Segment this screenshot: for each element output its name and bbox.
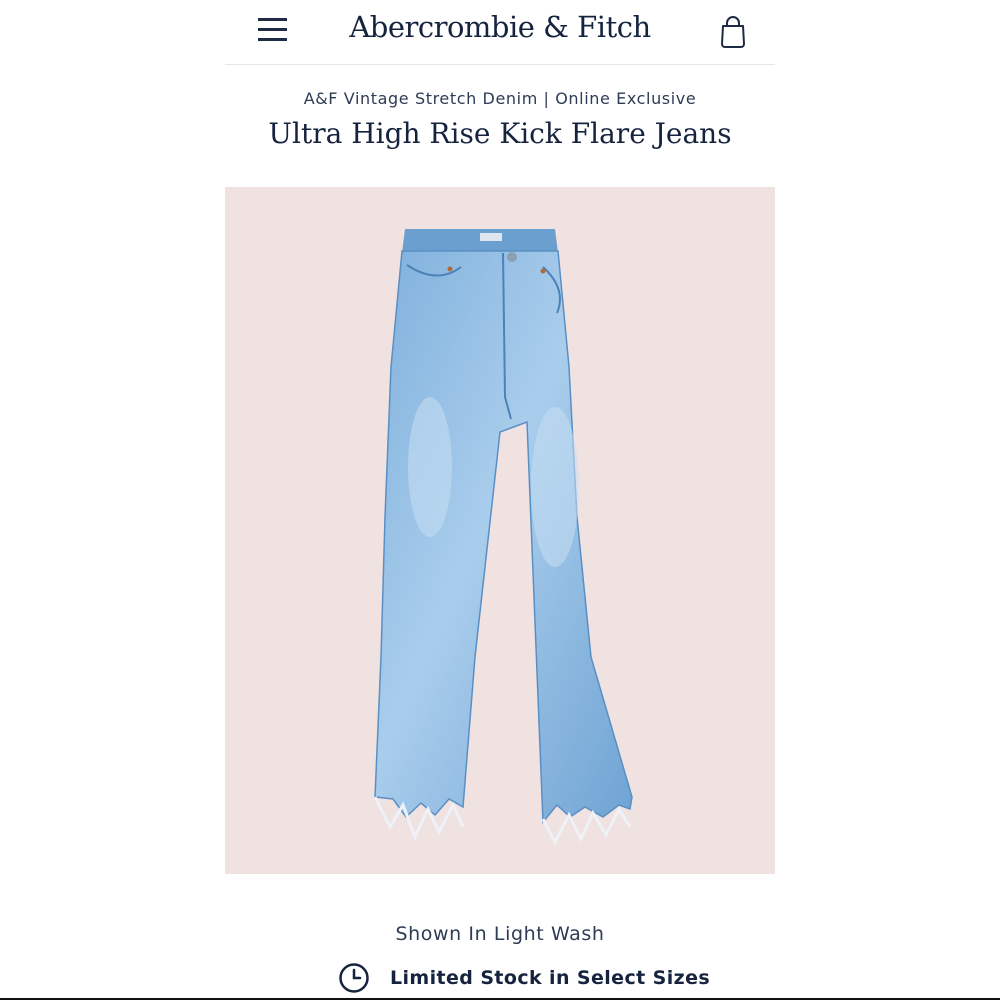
shopping-bag-button[interactable] — [718, 16, 748, 50]
product-page: Abercrombie & Fitch A&F Vintage Stretch … — [0, 0, 1000, 1000]
jeans-illustration — [373, 229, 633, 846]
product-title: Ultra High Rise Kick Flare Jeans — [268, 117, 732, 150]
product-image[interactable] — [225, 187, 775, 874]
shopping-bag-icon — [721, 16, 745, 48]
brand-logo[interactable]: Abercrombie & Fitch — [225, 10, 775, 44]
product-collection: A&F Vintage Stretch Denim | Online Exclu… — [303, 89, 697, 108]
site-header: Abercrombie & Fitch — [225, 0, 775, 65]
stock-status-text: Limited Stock in Select Sizes — [390, 967, 711, 989]
stock-status: Limited Stock in Select Sizes — [338, 962, 710, 994]
color-shown-in: Shown In Light Wash — [395, 923, 605, 945]
clock-icon — [339, 963, 369, 993]
